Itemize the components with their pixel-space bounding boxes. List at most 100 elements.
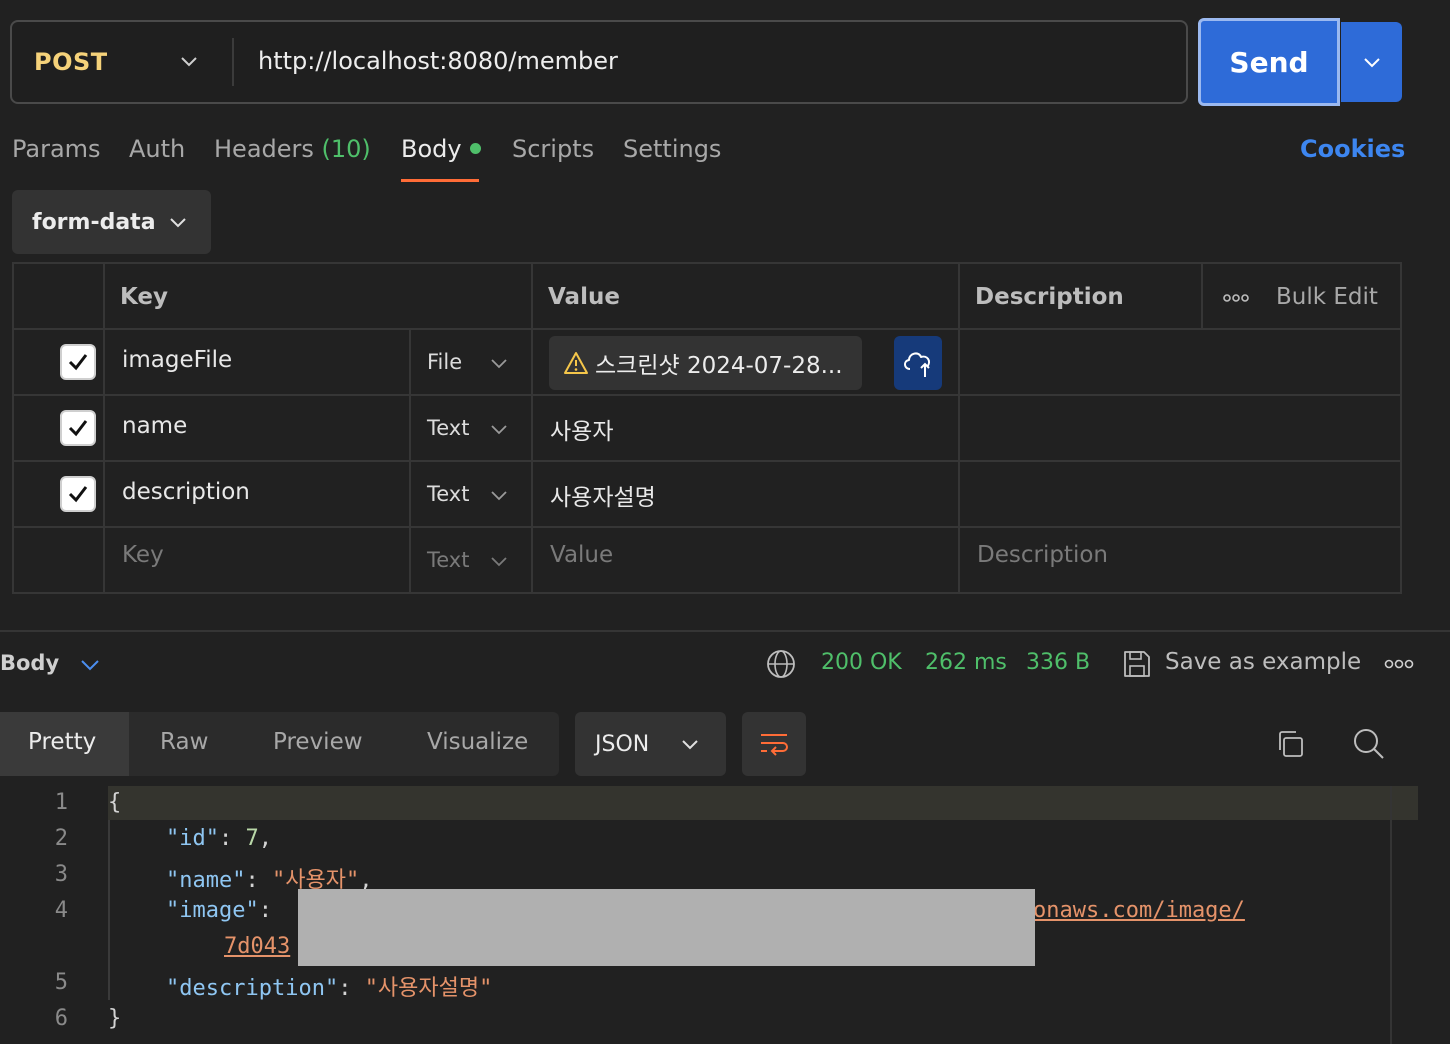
- indent-guide: [108, 820, 110, 1000]
- file-name: 스크린샷 2024-07-28...: [595, 353, 843, 379]
- cloud-upload-icon: [904, 352, 931, 377]
- body-mode-select[interactable]: form-data: [12, 190, 211, 254]
- divider: [1201, 264, 1203, 328]
- checkmark-icon: [68, 354, 88, 371]
- json-value: 7: [245, 826, 259, 851]
- new-description-input[interactable]: Description: [977, 542, 1108, 568]
- column-header-key: Key: [120, 284, 169, 310]
- url-input[interactable]: http://localhost:8080/member: [258, 47, 618, 75]
- save-as-example-button[interactable]: Save as example: [1165, 649, 1361, 675]
- view-tab-preview[interactable]: Preview: [273, 729, 363, 755]
- row-type-select[interactable]: Text: [427, 482, 469, 506]
- line-number: 3: [54, 862, 68, 887]
- new-value-input[interactable]: Value: [550, 542, 613, 568]
- column-header-description: Description: [975, 284, 1124, 310]
- cookies-link[interactable]: Cookies: [1300, 135, 1405, 163]
- more-options-icon[interactable]: [1384, 659, 1414, 669]
- send-options-button[interactable]: [1341, 22, 1402, 102]
- response-view-tabs: Pretty Raw Preview Visualize: [0, 712, 559, 776]
- headers-count-badge: (10): [321, 135, 371, 163]
- row-key[interactable]: description: [122, 479, 250, 505]
- divider: [14, 394, 1400, 396]
- tab-body-label: Body: [401, 135, 462, 163]
- row-key[interactable]: name: [122, 413, 187, 439]
- upload-button[interactable]: [894, 336, 942, 390]
- more-options-icon[interactable]: [1223, 293, 1249, 303]
- new-key-input[interactable]: Key: [122, 542, 164, 568]
- method-select[interactable]: POST: [34, 48, 108, 76]
- url-bar: POST http://localhost:8080/member: [10, 20, 1188, 104]
- tab-settings[interactable]: Settings: [623, 135, 721, 163]
- chevron-down-icon[interactable]: [178, 50, 200, 72]
- response-size[interactable]: 336 B: [1026, 650, 1090, 675]
- status-code[interactable]: 200 OK: [821, 650, 902, 675]
- line-number: 1: [54, 790, 68, 815]
- active-tab-underline: [401, 179, 479, 182]
- row-key[interactable]: imageFile: [122, 347, 232, 373]
- row-value[interactable]: 사용자설명: [550, 478, 656, 512]
- divider: [531, 264, 533, 592]
- checkmark-icon: [68, 486, 88, 503]
- code-line: "image":: [166, 898, 272, 923]
- row-checkbox[interactable]: [60, 410, 96, 446]
- form-data-table: Key Value Description Bulk Edit imageFil…: [12, 262, 1402, 594]
- body-indicator-dot: [469, 142, 481, 154]
- warning-icon: [564, 352, 588, 374]
- save-icon[interactable]: [1122, 649, 1152, 679]
- view-tab-visualize[interactable]: Visualize: [427, 729, 528, 755]
- divider: [0, 630, 1450, 632]
- wrap-lines-icon: [761, 734, 788, 756]
- tab-body[interactable]: Body: [401, 135, 481, 163]
- divider: [14, 526, 1400, 528]
- response-time[interactable]: 262 ms: [925, 650, 1007, 675]
- scrollbar-track[interactable]: [1390, 786, 1392, 1044]
- json-key: "name": [166, 868, 246, 893]
- globe-icon[interactable]: [766, 649, 796, 679]
- format-select[interactable]: JSON: [575, 712, 726, 776]
- row-checkbox[interactable]: [60, 344, 96, 380]
- tab-scripts[interactable]: Scripts: [512, 135, 594, 163]
- bulk-edit-button[interactable]: Bulk Edit: [1276, 284, 1378, 310]
- divider: [409, 328, 411, 592]
- send-button[interactable]: Send: [1198, 18, 1340, 106]
- chevron-down-icon: [1363, 58, 1380, 68]
- json-value: "사용자설명": [364, 976, 493, 1001]
- body-mode-label: form-data: [32, 209, 156, 235]
- line-number: 4: [54, 898, 68, 923]
- search-icon[interactable]: [1352, 727, 1386, 761]
- chevron-down-icon[interactable]: [490, 487, 508, 503]
- row-value[interactable]: 사용자: [550, 412, 613, 446]
- divider: [14, 328, 1400, 330]
- line-number: 2: [54, 826, 68, 851]
- format-label: JSON: [595, 731, 650, 757]
- line-number: 5: [54, 970, 68, 995]
- divider: [232, 38, 234, 86]
- view-tab-raw[interactable]: Raw: [160, 729, 208, 755]
- code-line: "id": 7,: [166, 826, 272, 851]
- wrap-lines-button[interactable]: [742, 712, 806, 776]
- row-type-select[interactable]: Text: [427, 416, 469, 440]
- copy-icon[interactable]: [1275, 729, 1305, 759]
- json-key: "image": [166, 898, 259, 923]
- tab-auth[interactable]: Auth: [129, 135, 185, 163]
- chevron-down-icon[interactable]: [80, 656, 100, 674]
- image-url-link[interactable]: 7d043: [224, 934, 290, 959]
- json-key: "id": [166, 826, 219, 851]
- chevron-down-icon[interactable]: [490, 355, 508, 371]
- view-tab-pretty[interactable]: Pretty: [28, 729, 96, 755]
- image-url-link[interactable]: onaws.com/image/: [1033, 898, 1245, 923]
- file-chip[interactable]: 스크린샷 2024-07-28...: [549, 336, 862, 390]
- new-type-select[interactable]: Text: [427, 548, 469, 572]
- row-checkbox[interactable]: [60, 476, 96, 512]
- divider: [103, 264, 105, 592]
- row-type-select[interactable]: File: [427, 350, 462, 374]
- checkmark-icon: [68, 420, 88, 437]
- tab-headers[interactable]: Headers (10): [214, 135, 371, 163]
- divider: [958, 264, 960, 592]
- line-number: 6: [54, 1006, 68, 1031]
- chevron-down-icon[interactable]: [490, 553, 508, 569]
- tab-params[interactable]: Params: [12, 135, 101, 163]
- divider: [14, 460, 1400, 462]
- response-section-select[interactable]: Body: [0, 651, 59, 675]
- chevron-down-icon[interactable]: [490, 421, 508, 437]
